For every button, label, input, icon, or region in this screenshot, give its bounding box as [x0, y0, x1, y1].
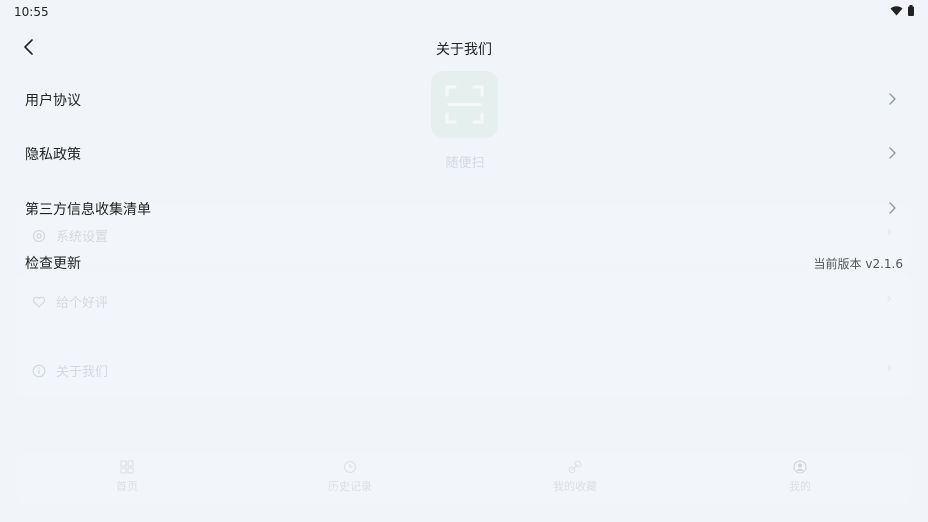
bg-row-about: 关于我们	[32, 361, 108, 380]
gear-icon	[32, 229, 46, 242]
tab-bar	[16, 452, 912, 504]
tab-home: 首页	[82, 459, 172, 494]
menu-item-user-agreement[interactable]: 用户协议	[0, 79, 928, 119]
chevron-right-icon: ›	[886, 360, 892, 376]
menu-item-check-update[interactable]: 检查更新 当前版本 v2.1.6	[0, 242, 928, 282]
clock-icon	[344, 461, 356, 473]
header: 关于我们	[0, 30, 928, 66]
menu-item-label: 隐私政策	[25, 147, 81, 163]
heart-icon	[32, 296, 46, 308]
bg-row-label: 给个好评	[56, 296, 109, 311]
tab-label: 我的收藏	[553, 480, 597, 493]
status-time: 10:55	[14, 5, 49, 19]
tab-label: 我的	[789, 480, 811, 493]
chevron-right-icon	[889, 93, 896, 105]
status-icons	[890, 5, 914, 16]
battery-icon	[908, 5, 914, 16]
tab-history: 历史记录	[305, 459, 395, 494]
wifi-icon	[890, 5, 903, 15]
tab-label: 首页	[116, 480, 138, 493]
chevron-right-icon	[889, 147, 896, 159]
chevron-right-icon: ›	[886, 291, 892, 307]
bg-row-label: 关于我们	[56, 365, 109, 380]
menu-item-third-party-list[interactable]: 第三方信息收集清单	[0, 188, 928, 228]
page-title: 关于我们	[436, 42, 492, 58]
bg-row-rate: 给个好评	[32, 292, 108, 311]
tab-label: 历史记录	[328, 480, 372, 493]
menu-item-label: 用户协议	[25, 93, 81, 109]
menu-item-label: 第三方信息收集清单	[25, 202, 151, 218]
status-bar: 10:55	[0, 0, 928, 24]
grid-icon	[120, 460, 134, 474]
version-value: 当前版本 v2.1.6	[813, 257, 903, 271]
tab-favorites: 我的收藏	[530, 459, 620, 494]
tab-mine: 我的	[755, 459, 845, 494]
link-icon	[568, 460, 582, 474]
user-icon	[793, 460, 807, 474]
menu-item-privacy-policy[interactable]: 隐私政策	[0, 133, 928, 173]
info-icon	[32, 364, 46, 377]
feedback-card	[16, 273, 912, 398]
chevron-right-icon	[889, 202, 896, 214]
menu-item-label: 检查更新	[25, 256, 81, 272]
